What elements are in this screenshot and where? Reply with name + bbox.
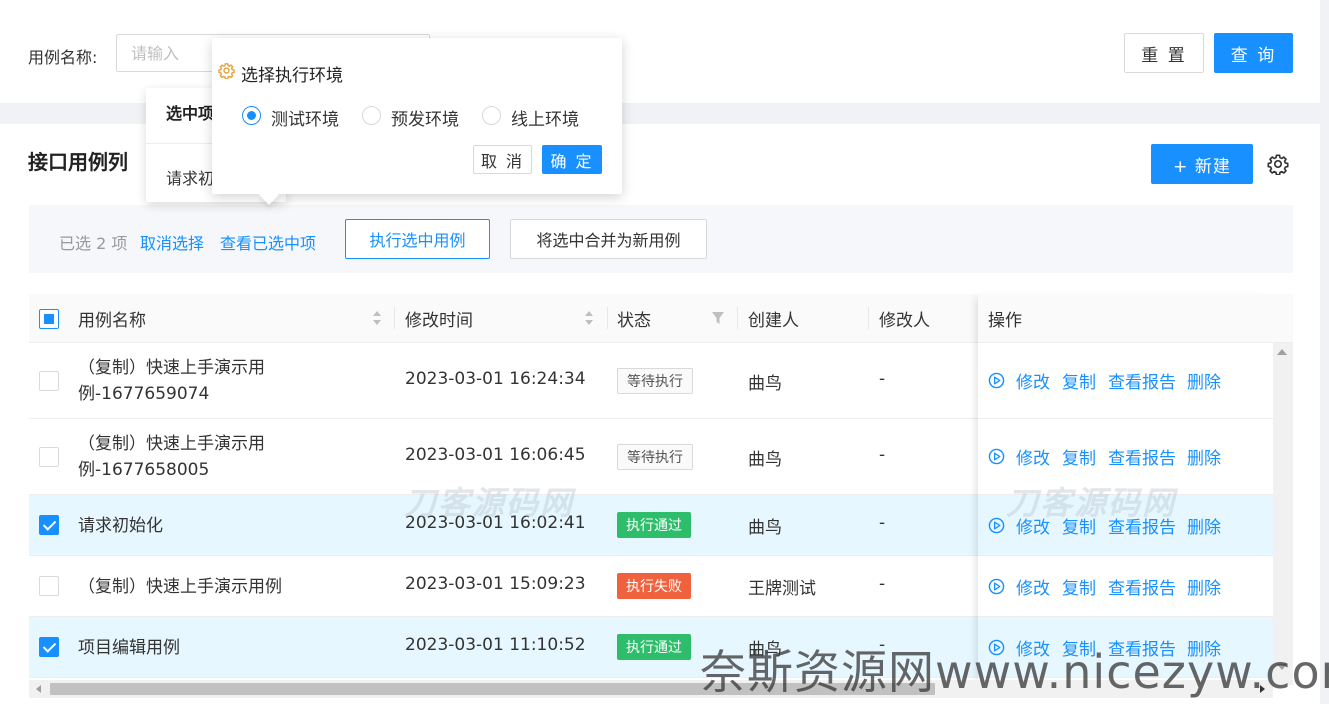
- column-header-name[interactable]: 用例名称: [78, 294, 146, 343]
- view-report-link[interactable]: 查看报告: [1108, 444, 1176, 469]
- delete-link[interactable]: 删除: [1187, 513, 1221, 538]
- sort-icon[interactable]: [372, 308, 382, 328]
- view-selected-link[interactable]: 查看已选中项: [220, 230, 316, 254]
- copy-link[interactable]: 复制: [1062, 444, 1096, 469]
- row-checkbox[interactable]: [39, 447, 59, 467]
- selected-items-title: 选中项: [166, 104, 215, 123]
- edit-link[interactable]: 修改: [1016, 368, 1050, 393]
- modified-time: 2023-03-01 15:09:23: [405, 574, 586, 594]
- radio-label-test-env[interactable]: 测试环境: [271, 105, 339, 130]
- gear-icon[interactable]: [1267, 153, 1289, 175]
- edit-link[interactable]: 修改: [1016, 574, 1050, 599]
- sort-icon[interactable]: [584, 308, 594, 328]
- gear-icon: [218, 63, 235, 79]
- copy-link[interactable]: 复制: [1062, 368, 1096, 393]
- page-title: 接口用例列: [28, 150, 128, 174]
- column-header-modifier: 修改人: [879, 311, 930, 331]
- watermark-text: 刀客源码网: [1006, 484, 1177, 522]
- delete-link[interactable]: 删除: [1187, 574, 1221, 599]
- popover-cancel-button[interactable]: 取 消: [473, 145, 532, 174]
- selection-count: 已选 2 项: [59, 234, 128, 253]
- view-report-link[interactable]: 查看报告: [1108, 574, 1176, 599]
- action-row: 修改 复制 查看报告 删除: [978, 556, 1272, 617]
- status-badge: 执行通过: [617, 512, 691, 538]
- delete-link[interactable]: 删除: [1187, 444, 1221, 469]
- case-name: （复制）快速上手演示用例-1677659074: [78, 358, 265, 404]
- modified-time: 2023-03-01 11:10:52: [405, 635, 586, 655]
- footer-watermark: 奈斯资源网www.nicezyw.com: [700, 645, 1329, 699]
- status-badge: 等待执行: [617, 368, 693, 394]
- new-button[interactable]: + 新建: [1151, 144, 1253, 184]
- row-checkbox[interactable]: [39, 371, 59, 391]
- vertical-scrollbar[interactable]: [1273, 343, 1293, 685]
- creator: 曲鸟: [748, 518, 782, 538]
- reset-button[interactable]: 重 置: [1124, 33, 1204, 73]
- search-label: 用例名称:: [28, 48, 98, 67]
- scroll-up-icon[interactable]: [1277, 349, 1287, 355]
- modified-time: 2023-03-01 16:24:34: [405, 369, 586, 389]
- row-checkbox[interactable]: [39, 576, 59, 596]
- modified-time: 2023-03-01 16:06:45: [405, 445, 586, 465]
- modifier: -: [879, 369, 886, 389]
- radio-production-env[interactable]: [482, 106, 501, 125]
- edit-link[interactable]: 修改: [1016, 444, 1050, 469]
- creator: 曲鸟: [748, 450, 782, 470]
- play-circle-icon[interactable]: [988, 448, 1005, 465]
- popover-confirm-button[interactable]: 确 定: [542, 145, 602, 174]
- select-all-checkbox[interactable]: [39, 309, 59, 329]
- filter-icon[interactable]: [711, 311, 725, 325]
- radio-staging-env[interactable]: [362, 106, 381, 125]
- query-button[interactable]: 查 询: [1214, 33, 1293, 73]
- case-name: （复制）快速上手演示用例: [78, 577, 282, 597]
- environment-popover-title: 选择执行环境: [241, 66, 343, 86]
- play-circle-icon[interactable]: [988, 372, 1005, 389]
- creator: 王牌测试: [748, 579, 816, 599]
- action-column-header: 操作: [978, 294, 1272, 343]
- case-name: 项目编辑用例: [78, 638, 180, 658]
- radio-label-staging-env[interactable]: 预发环境: [391, 105, 459, 130]
- status-badge: 执行失败: [617, 573, 691, 599]
- view-report-link[interactable]: 查看报告: [1108, 368, 1176, 393]
- cancel-selection-link[interactable]: 取消选择: [140, 230, 204, 254]
- watermark-text: 刀客源码网: [404, 484, 575, 522]
- selected-item: 请求初: [166, 169, 215, 188]
- modifier: -: [879, 513, 886, 533]
- column-header-actions: 操作: [988, 311, 1022, 331]
- action-row: 修改 复制 查看报告 删除: [978, 343, 1272, 419]
- execute-selected-button[interactable]: 执行选中用例: [345, 219, 490, 259]
- case-name: （复制）快速上手演示用例-1677658005: [78, 434, 265, 480]
- merge-selected-button[interactable]: 将选中合并为新用例: [510, 219, 707, 259]
- row-checkbox[interactable]: [39, 515, 59, 535]
- scroll-left-icon[interactable]: [36, 685, 41, 693]
- status-badge: 等待执行: [617, 444, 693, 470]
- column-header-time[interactable]: 修改时间: [405, 294, 473, 343]
- status-badge: 执行通过: [617, 634, 691, 660]
- column-header-status: 状态: [617, 311, 651, 331]
- page-edge: [1320, 0, 1329, 704]
- column-header-creator: 创建人: [748, 311, 799, 331]
- row-checkbox[interactable]: [39, 637, 59, 657]
- play-circle-icon[interactable]: [988, 517, 1005, 534]
- delete-link[interactable]: 删除: [1187, 368, 1221, 393]
- modifier: -: [879, 574, 886, 594]
- modifier: -: [879, 445, 886, 465]
- case-name: 请求初始化: [78, 516, 163, 536]
- radio-test-env[interactable]: [242, 106, 261, 125]
- play-circle-icon[interactable]: [988, 578, 1005, 595]
- creator: 曲鸟: [748, 374, 782, 394]
- copy-link[interactable]: 复制: [1062, 574, 1096, 599]
- radio-label-production-env[interactable]: 线上环境: [511, 105, 579, 130]
